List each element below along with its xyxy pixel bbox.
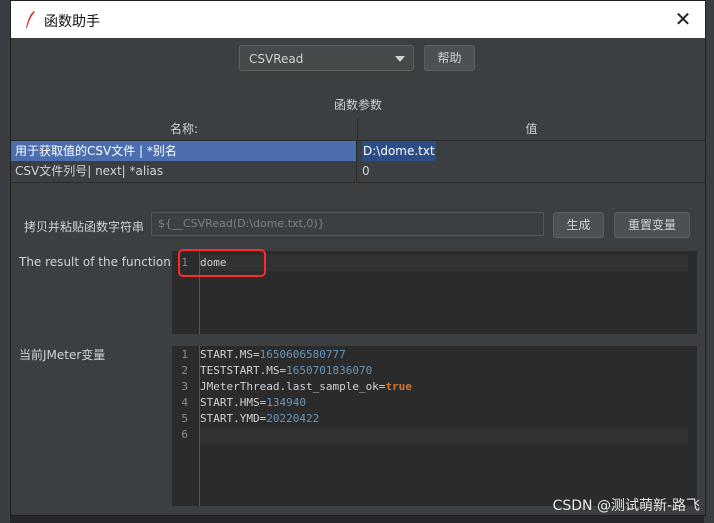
table-bottom-border [11,182,705,185]
table-row[interactable]: CSV文件列号| next| *alias 0 [11,161,705,181]
code-line: START.HMS=134940 [200,395,306,411]
line-number: 2 [181,364,188,377]
watermark: CSDN @测试萌新-路飞 [552,498,700,514]
var-value: 20220422 [266,412,320,425]
line-number: 3 [181,380,188,393]
copy-string-label: 拷贝并粘贴函数字符串 [24,220,145,234]
function-select[interactable]: CSVRead [239,45,414,71]
generate-button[interactable]: 生成 [553,212,604,238]
var-key: START.YMD= [200,412,267,425]
var-key: JMeterThread.last_sample_ok= [200,380,386,393]
var-value: 1650701836070 [286,364,373,377]
window-title: 函数助手 [44,14,100,30]
params-section-title: 函数参数 [333,98,382,112]
var-key: START.MS= [200,348,260,361]
function-string-field[interactable]: ${__CSVRead(D:\dome.txt,0)} [151,212,544,236]
current-line-highlight [200,255,688,271]
help-button[interactable]: 帮助 [424,45,475,71]
var-key: START.HMS= [200,396,267,409]
params-table: 名称: 值 用于获取值的CSV文件 | *别名 D:\dome.txt CSV文… [11,118,705,182]
function-helper-dialog: 函数助手 ✕ CSVRead 帮助 函数参数 名称: 值 用于获取值的CSV文件… [10,0,706,516]
chevron-down-icon [395,56,405,62]
param-name-cell[interactable]: CSV文件列号| next| *alias [11,161,357,181]
function-select-value: CSVRead [249,52,304,66]
line-number: 6 [181,428,188,441]
code-line: START.YMD=20220422 [200,411,319,427]
current-line-highlight [200,427,688,443]
var-value: 134940 [266,396,306,409]
code-line: JMeterThread.last_sample_ok=true [200,379,412,395]
column-header-value: 值 [358,118,705,141]
param-value-editor[interactable]: D:\dome.txt [362,141,436,161]
line-number: 1 [181,348,188,361]
param-value-cell[interactable]: D:\dome.txt [358,141,705,161]
close-button[interactable]: ✕ [671,7,695,31]
code-line: START.MS=1650606580777 [200,347,346,363]
highlight-box [178,249,266,277]
line-number: 5 [181,412,188,425]
code-line: TESTSTART.MS=1650701836070 [200,363,372,379]
table-row[interactable]: 用于获取值的CSV文件 | *别名 D:\dome.txt [11,141,705,161]
jmeter-vars-editor[interactable]: 1 START.MS=1650606580777 2 TESTSTART.MS=… [172,346,697,506]
column-header-name: 名称: [11,118,358,141]
param-value-cell[interactable]: 0 [358,161,705,181]
background-left-edge [0,0,10,523]
jmeter-feather-icon [26,11,35,28]
var-value: true [385,380,412,393]
var-value: 1650606580777 [259,348,346,361]
titlebar: 函数助手 ✕ [11,1,705,38]
reset-variables-button[interactable]: 重置变量 [614,212,690,238]
jmeter-vars-label: 当前JMeter变量 [19,348,106,362]
result-label: The result of the function is [19,255,185,269]
param-name-cell[interactable]: 用于获取值的CSV文件 | *别名 [11,141,357,161]
line-number: 4 [181,396,188,409]
var-key: TESTSTART.MS= [200,364,287,377]
